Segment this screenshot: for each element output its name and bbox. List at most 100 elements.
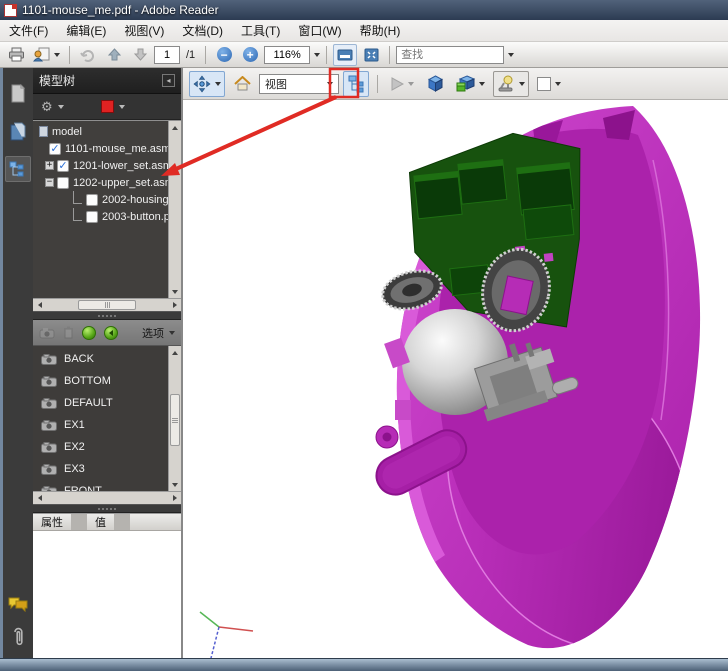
visibility-checkbox[interactable]: ✓ [49,143,61,155]
scrolling-mode-button[interactable] [333,44,357,66]
menu-item[interactable]: 工具(T) [232,20,289,41]
views-toolbar: 选项 [33,320,181,346]
view-list-item[interactable]: DEFAULT [33,392,168,414]
zoom-in-icon: + [243,47,258,62]
tree-vertical-scrollbar[interactable] [168,121,181,298]
tree-item[interactable]: 2003-button.prt [33,208,168,225]
visibility-checkbox[interactable] [86,211,98,223]
views-list[interactable]: BACKBOTTOMDEFAULTEX1EX2EX3FRONT [33,346,181,491]
scroll-right-arrow[interactable] [168,299,181,311]
zoom-out-icon: − [217,47,232,62]
views-options-button[interactable]: 选项 [142,325,175,341]
share-button[interactable] [30,44,63,66]
play-animation-button[interactable] [386,71,418,97]
view-select-combo[interactable]: 视图 [259,74,339,94]
page-thumbnails-tab[interactable] [5,80,31,106]
print-button[interactable] [4,44,28,66]
menu-item[interactable]: 窗口(W) [289,20,350,41]
menu-item[interactable]: 编辑(E) [57,20,115,41]
tree-item[interactable]: +✓1201-lower_set.asm [33,157,168,174]
paperclip-icon[interactable] [11,626,25,648]
panel-menu-button[interactable]: ◂ [162,74,175,87]
expand-toggle-icon[interactable]: + [45,161,54,170]
view-list-item[interactable]: EX3 [33,458,168,480]
menu-item[interactable]: 帮助(H) [351,20,410,41]
tree-horizontal-scrollbar[interactable] [33,298,181,311]
z-axis-blue [211,627,219,658]
tree-item[interactable]: ✓1101-mouse_me.asm [33,140,168,157]
extras-dropdown-arrow[interactable] [479,82,485,86]
zoom-in-button[interactable]: + [238,44,262,66]
model-tree-toggle-button[interactable] [343,71,369,97]
zoom-out-button[interactable]: − [212,44,236,66]
zoom-level-value[interactable]: 116% [264,46,310,64]
cube-icon [427,75,444,92]
color-dropdown-arrow[interactable] [119,105,125,109]
model-tree-tab[interactable] [5,156,31,182]
3d-model-canvas[interactable] [183,100,728,658]
previous-view-orb-button[interactable] [104,326,118,340]
view-list-item[interactable]: BACK [33,348,168,370]
page-number-input[interactable] [154,46,180,64]
scroll-left-arrow[interactable] [33,299,46,311]
view-list-item[interactable]: BOTTOM [33,370,168,392]
tree-item[interactable]: −1202-upper_set.asm [33,174,168,191]
properties-body [33,531,181,658]
panel-splitter[interactable] [33,311,181,320]
default-view-button[interactable] [229,71,255,97]
printer-icon [8,47,25,62]
scroll-right-arrow[interactable] [168,492,181,504]
render-mode-button[interactable] [422,71,448,97]
scrollbar-thumb[interactable] [170,394,180,446]
background-color-button[interactable] [533,71,565,97]
model-tree-panel: 模型树 ◂ ⚙ model✓1101-mouse_me.asm+✓1201-lo… [33,68,183,658]
tree-root-item[interactable]: model [33,123,168,140]
scroll-down-arrow[interactable] [169,478,181,491]
visibility-checkbox[interactable] [86,194,98,206]
extras-button[interactable] [452,71,489,97]
lighting-dropdown-arrow[interactable] [519,82,525,86]
find-dropdown-arrow[interactable] [508,53,514,57]
view-list-item[interactable]: EX1 [33,414,168,436]
scroll-up-arrow[interactable] [169,121,181,134]
tree-item[interactable]: 2002-housing_up [33,191,168,208]
find-input[interactable] [396,46,504,64]
zoom-dropdown-arrow[interactable] [314,53,320,57]
play-view-button[interactable] [82,326,96,340]
comments-icon[interactable] [8,596,28,612]
camera-icon [41,420,57,431]
scrollbar-thumb[interactable] [78,300,136,310]
expand-toggle-icon[interactable]: − [45,178,54,187]
fullscreen-button[interactable] [359,44,383,66]
rotate-tool-button[interactable] [189,71,225,97]
scroll-left-arrow[interactable] [33,492,46,504]
views-vertical-scrollbar[interactable] [168,346,181,491]
panel-splitter[interactable] [33,504,181,513]
gear-dropdown-arrow[interactable] [58,105,64,109]
menu-item[interactable]: 视图(V) [115,20,173,41]
visibility-checkbox[interactable]: ✓ [57,160,69,172]
lighting-button[interactable] [493,71,529,97]
part-color-swatch[interactable] [101,100,114,113]
y-axis-green [200,612,219,627]
gear-icon[interactable]: ⚙ [41,100,53,113]
title-bar[interactable]: 1101-mouse_me.pdf - Adobe Reader [0,0,728,20]
previous-view-button[interactable] [76,44,100,66]
menu-item[interactable]: 文件(F) [0,20,57,41]
model-tree-view[interactable]: model✓1101-mouse_me.asm+✓1201-lower_set.… [33,120,181,298]
view-list-item[interactable]: FRONT [33,480,168,491]
background-dropdown-arrow[interactable] [555,82,561,86]
visibility-checkbox[interactable] [57,177,69,189]
menu-item[interactable]: 文档(D) [173,20,232,41]
views-horizontal-scrollbar[interactable] [33,491,181,504]
create-view-icon[interactable] [39,327,55,339]
rotate-dropdown-arrow[interactable] [215,82,221,86]
play-dropdown-arrow[interactable] [408,82,414,86]
layers-tab[interactable] [5,118,31,144]
scroll-down-arrow[interactable] [169,285,181,298]
page-up-button[interactable] [102,44,126,66]
scroll-up-arrow[interactable] [169,346,181,359]
view-list-item[interactable]: EX2 [33,436,168,458]
page-down-button[interactable] [128,44,152,66]
delete-view-icon[interactable] [63,326,74,339]
